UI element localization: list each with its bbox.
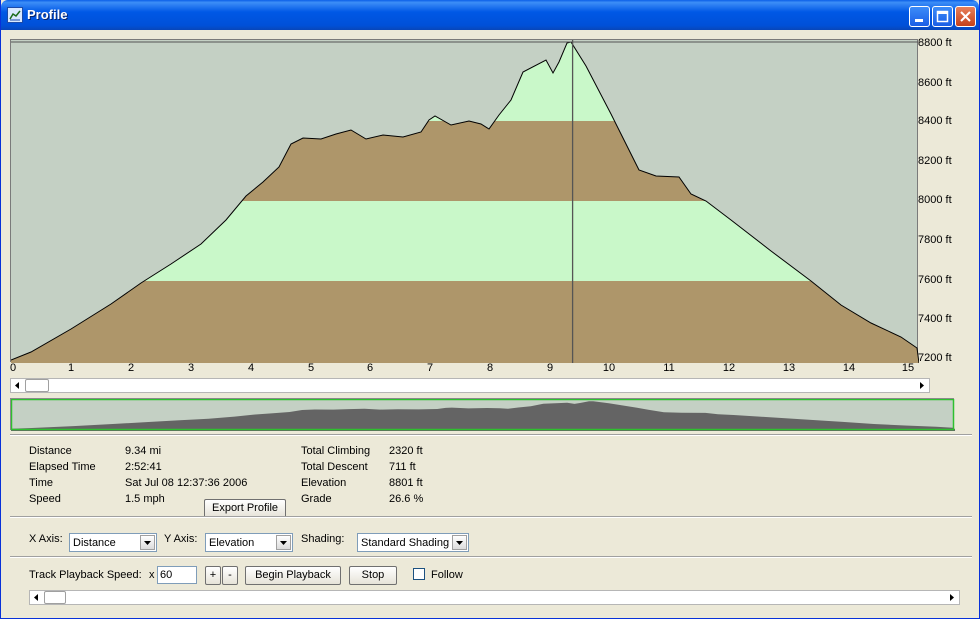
y-axis-select[interactable]: Elevation (205, 533, 293, 552)
band-8400-8800 (11, 42, 919, 121)
maximize-icon (936, 10, 949, 23)
distance-label: Distance (29, 445, 72, 457)
elapsed-time-label: Elapsed Time (29, 461, 96, 473)
speed-label: Speed (29, 493, 61, 505)
shading-dropdown-button[interactable] (452, 535, 467, 550)
x-tick-label: 3 (187, 362, 195, 374)
x-tick-label: 0 (9, 362, 17, 374)
arrow-right-icon (920, 382, 924, 389)
elevation-value: 8801 ft (389, 477, 423, 489)
profile-overview[interactable] (10, 398, 955, 431)
elevation-label: Elevation (301, 477, 347, 489)
speed-increase-button[interactable]: + (205, 566, 221, 585)
y-tick-label: 8400 ft (918, 115, 952, 127)
follow-checkbox[interactable] (413, 568, 425, 580)
grade-value: 26.6 % (389, 493, 424, 505)
x-axis-select[interactable]: Distance (69, 533, 157, 552)
playback-scrollbar[interactable] (29, 590, 960, 605)
profile-window: Profile 8800 ft 8600 ft 8400 ft 8200 ft … (0, 0, 980, 619)
stop-button[interactable]: Stop (349, 566, 397, 585)
title-bar[interactable]: Profile (1, 0, 979, 30)
profile-app-icon (7, 7, 23, 23)
playback-speed-label: Track Playback Speed: (29, 569, 142, 581)
x-tick-label: 2 (127, 362, 135, 374)
speed-multiplier-sign: x (149, 569, 155, 581)
begin-playback-button[interactable]: Begin Playback (245, 566, 341, 585)
close-button[interactable] (955, 6, 976, 27)
plot-scroll-thumb[interactable] (25, 379, 49, 392)
x-tick-label: 11 (663, 362, 675, 374)
chevron-down-icon (280, 541, 287, 545)
minimize-button[interactable] (909, 6, 930, 27)
overview-svg (11, 399, 955, 431)
x-tick-label: 10 (602, 362, 616, 374)
window-title: Profile (27, 7, 68, 22)
y-axis-label: Y Axis: (164, 533, 198, 545)
band-7600-8000 (11, 201, 919, 281)
elevation-profile-svg (11, 40, 919, 363)
total-descent-value: 711 ft (389, 461, 416, 473)
x-tick-label: 13 (782, 362, 796, 374)
y-tick-label: 7200 ft (918, 352, 952, 364)
arrow-left-icon (34, 594, 38, 601)
shading-select[interactable]: Standard Shading (357, 533, 469, 552)
x-tick-label: 8 (486, 362, 494, 374)
elevation-profile-plot[interactable] (10, 39, 919, 363)
distance-value: 9.34 mi (125, 445, 162, 457)
overview-shape (11, 401, 955, 431)
playback-panel (10, 556, 972, 617)
playback-scroll-right-button[interactable] (946, 591, 959, 604)
x-tick-label: 1 (67, 362, 75, 374)
y-tick-label: 7800 ft (918, 234, 952, 246)
x-axis-dropdown-button[interactable] (140, 535, 155, 550)
y-tick-label: 7400 ft (918, 313, 952, 325)
x-tick-label: 14 (842, 362, 856, 374)
scroll-right-button[interactable] (916, 379, 929, 392)
chevron-down-icon (144, 541, 151, 545)
playback-scroll-thumb[interactable] (44, 591, 66, 604)
y-tick-label: 8600 ft (918, 77, 952, 89)
playback-scroll-left-button[interactable] (30, 591, 43, 604)
y-tick-label: 7600 ft (918, 274, 952, 286)
total-climbing-label: Total Climbing (301, 445, 371, 457)
time-value: Sat Jul 08 12:37:36 2006 (125, 477, 248, 489)
elapsed-time-value: 2:52:41 (125, 461, 162, 473)
close-icon (960, 11, 971, 22)
x-tick-label: 5 (307, 362, 315, 374)
follow-label: Follow (431, 569, 463, 581)
plot-scrollbar[interactable] (10, 378, 930, 393)
y-tick-label: 8000 ft (918, 194, 952, 206)
chevron-down-icon (456, 541, 463, 545)
x-axis-label: X Axis: (29, 533, 63, 545)
band-7200-7600 (11, 281, 919, 363)
grade-label: Grade (301, 493, 332, 505)
total-descent-label: Total Descent (301, 461, 368, 473)
speed-value: 1.5 mph (125, 493, 165, 505)
maximize-button[interactable] (932, 6, 953, 27)
shading-selected: Standard Shading (361, 537, 450, 549)
x-tick-label: 15 (901, 362, 915, 374)
arrow-right-icon (950, 594, 954, 601)
y-axis-dropdown-button[interactable] (276, 535, 291, 550)
shading-bands (11, 42, 919, 363)
minimize-icon (915, 19, 923, 22)
scroll-left-button[interactable] (11, 379, 24, 392)
shading-label: Shading: (301, 533, 345, 545)
y-tick-label: 8200 ft (918, 155, 952, 167)
x-axis-selected: Distance (73, 537, 116, 549)
x-tick-label: 12 (722, 362, 736, 374)
y-axis-selected: Elevation (209, 537, 255, 549)
y-tick-label: 8800 ft (918, 37, 952, 49)
total-climbing-value: 2320 ft (389, 445, 423, 457)
playback-speed-input[interactable]: 60 (157, 566, 197, 584)
time-label: Time (29, 477, 54, 489)
x-tick-label: 7 (426, 362, 434, 374)
arrow-left-icon (15, 382, 19, 389)
x-tick-label: 4 (247, 362, 255, 374)
x-tick-label: 6 (366, 362, 374, 374)
x-tick-label: 9 (546, 362, 554, 374)
speed-decrease-button[interactable]: - (222, 566, 238, 585)
band-8000-8400 (11, 121, 919, 201)
